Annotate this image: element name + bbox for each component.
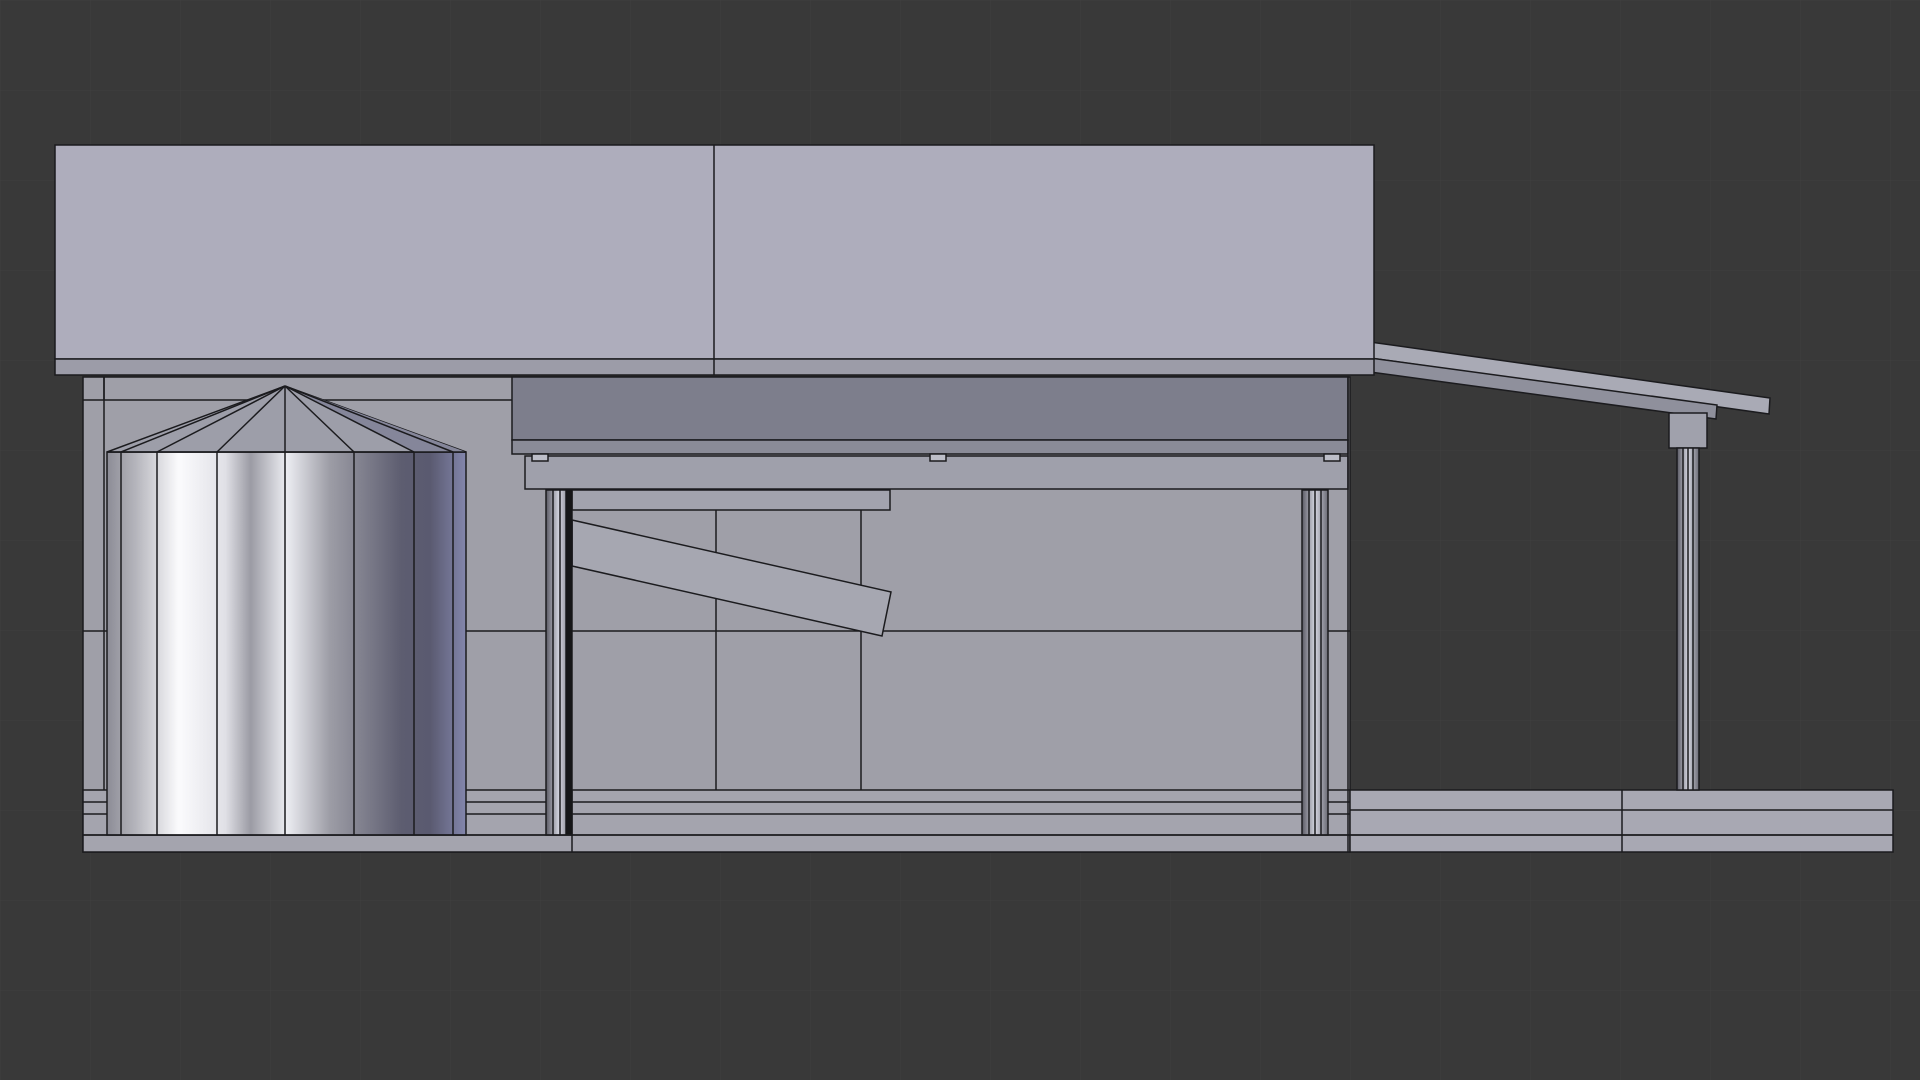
3d-viewport[interactable] [0,0,1920,1080]
bracket-left [531,453,549,462]
door-lintel [571,489,891,511]
porch-post-cap [1668,412,1708,449]
upper-beam [511,376,1349,441]
silo-body [106,451,467,836]
bracket-mid [929,453,947,462]
silo[interactable] [106,385,467,836]
post-left-shadow [566,490,572,835]
model-scene [0,0,1920,1080]
lower-beam [511,439,1349,455]
bracket-right [1323,453,1341,462]
